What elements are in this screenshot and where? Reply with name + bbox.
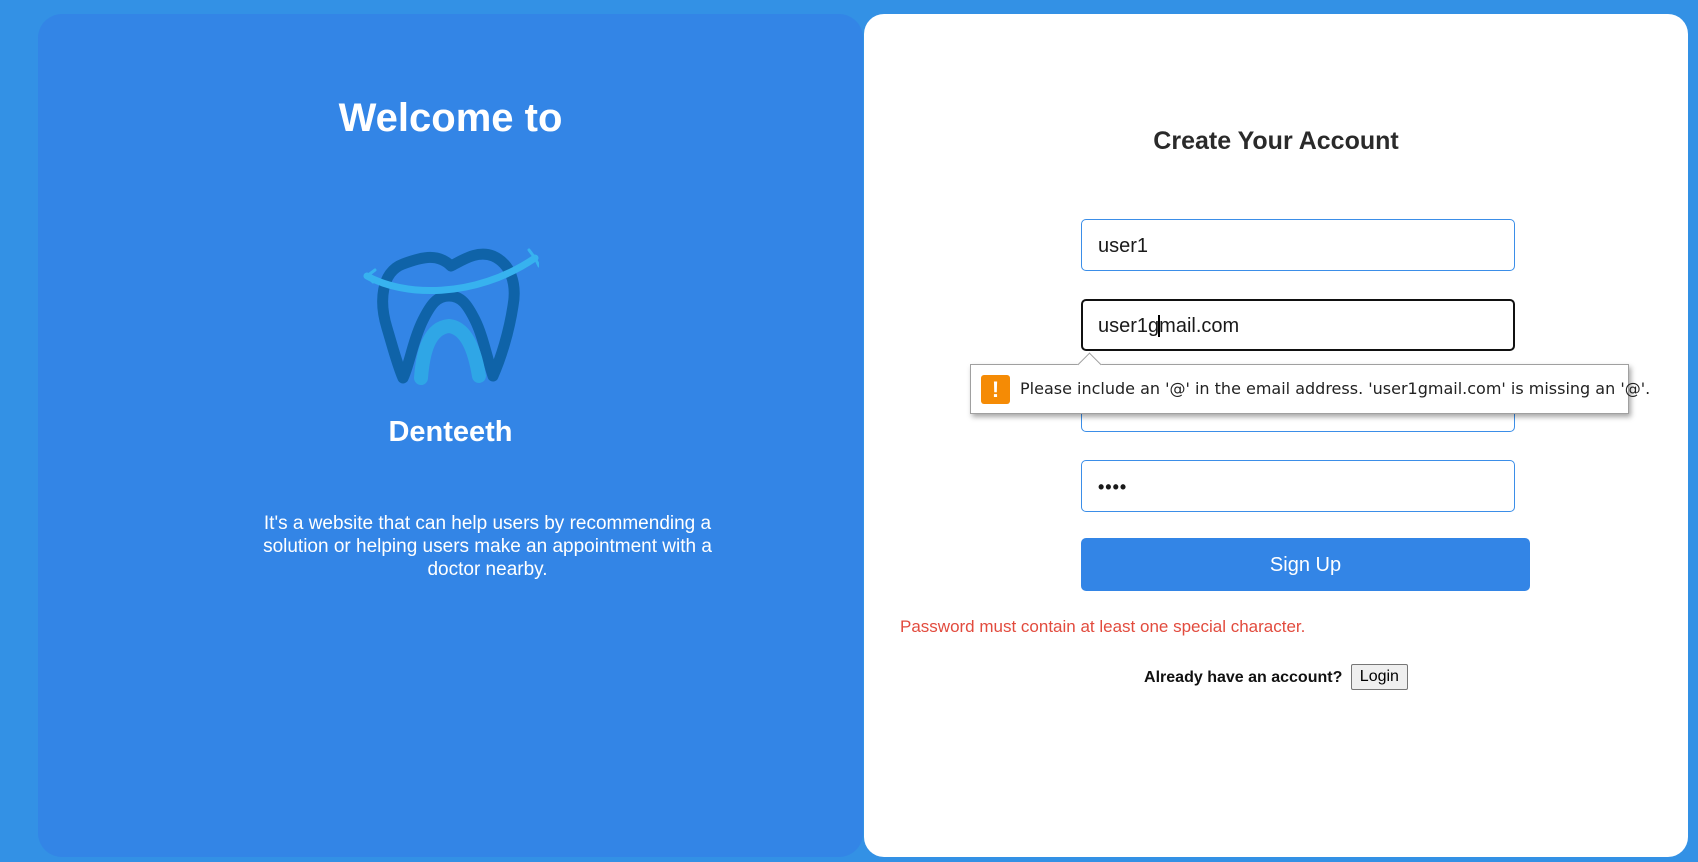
signup-button[interactable]: Sign Up [1081,538,1530,591]
email-value-start: user1g [1098,315,1160,337]
welcome-title: Welcome to [338,96,563,140]
email-validation-tooltip: ! Please include an '@' in the email add… [970,352,1650,414]
password-value: •••• [1098,477,1128,497]
tooth-smile-icon [363,236,541,386]
brand-description: It's a website that can help users by re… [263,513,712,580]
password-input[interactable]: •••• [1081,460,1515,512]
login-prompt: Already have an account? [1144,669,1343,687]
email-value-end: mail.com [1159,315,1240,337]
welcome-panel: Welcome to Denteeth It's a website that … [38,14,863,857]
form-title: Create Your Account [1153,127,1399,155]
text-caret [1158,314,1161,337]
warning-icon: ! [981,375,1010,404]
brand-name: Denteeth [388,416,513,448]
tooltip-message: Please include an '@' in the email addre… [1020,379,1651,398]
signup-panel: Create Your Account user1 user1gmail.com… [864,14,1688,857]
username-input[interactable]: user1 [1081,219,1515,271]
login-row: Already have an account? Login [864,664,1688,691]
email-input[interactable]: user1gmail.com [1081,299,1515,351]
username-value: user1 [1098,235,1149,257]
password-error-message: Password must contain at least one speci… [900,617,1306,636]
login-button[interactable]: Login [1350,664,1408,690]
